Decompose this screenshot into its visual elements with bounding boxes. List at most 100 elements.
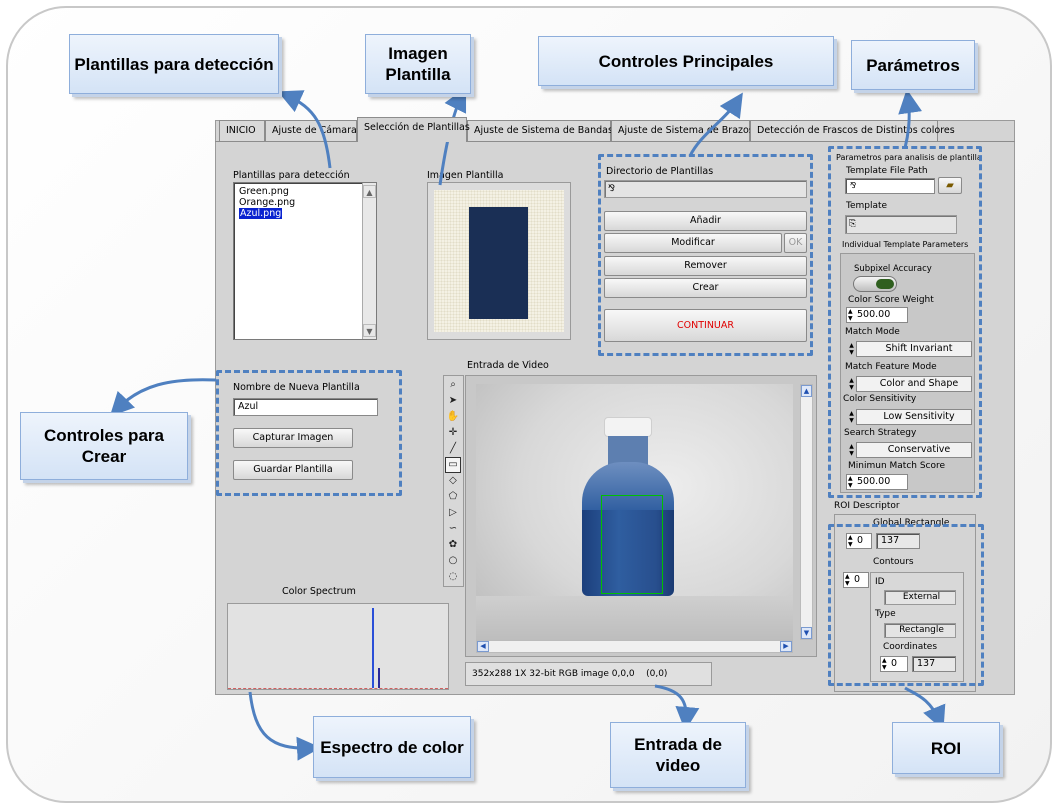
capture-image-button[interactable]: Capturar Imagen (233, 428, 353, 448)
scroll-down-icon[interactable]: ▼ (363, 324, 376, 337)
templates-label: Plantillas para detección (233, 170, 350, 181)
continue-button[interactable]: CONTINUAR (604, 309, 807, 342)
callout-imagen: Imagen Plantilla (365, 34, 471, 94)
search-strategy-select[interactable]: ▲ ▼ Conservative (849, 442, 972, 458)
global-rect-value[interactable]: 137 (876, 533, 920, 549)
template-refnum[interactable]: ⎘ (845, 215, 957, 234)
ok-button[interactable]: OK (784, 233, 807, 253)
create-button[interactable]: Crear (604, 278, 807, 298)
color-score-label: Color Score Weight (848, 295, 934, 305)
stepper-icon[interactable]: ▲ ▼ (847, 410, 856, 424)
color-score-input[interactable]: ▲ ▼ 500.00 (846, 307, 908, 323)
polyline-icon[interactable]: ▷ (445, 505, 461, 521)
video-hscroll[interactable]: ◀ ▶ (476, 640, 793, 653)
video-display[interactable] (476, 384, 793, 640)
scroll-right-icon[interactable]: ▶ (780, 641, 792, 652)
video-label: Entrada de Video (467, 360, 549, 371)
color-sensitivity-select[interactable]: ▲ ▼ Low Sensitivity (849, 409, 972, 425)
stepper-icon[interactable]: ▲ ▼ (845, 573, 853, 587)
tab-ajuste-bandas[interactable]: Ajuste de Sistema de Bandas (467, 120, 613, 142)
video-status-bar: 352x288 1X 32-bit RGB image 0,0,0 (0,0) (465, 662, 712, 686)
template-image-label: Imagen Plantilla (427, 170, 504, 181)
callout-controles-crear: Controles para Crear (20, 412, 188, 480)
min-score-input[interactable]: ▲ ▼ 500.00 (846, 474, 908, 490)
stepper-icon[interactable]: ▲ ▼ (847, 377, 856, 391)
color-sensitivity-label: Color Sensitivity (843, 394, 917, 404)
roi-descriptor-label: ROI Descriptor (834, 501, 900, 511)
spectrum-bar (372, 608, 374, 688)
templates-listbox[interactable]: Green.png Orange.png Azul.png ▲ ▼ (233, 182, 377, 340)
templates-scrollbar[interactable]: ▲ ▼ (362, 183, 376, 339)
list-item[interactable]: Green.png (234, 186, 376, 197)
match-mode-select[interactable]: ▲ ▼ Shift Invariant (849, 341, 972, 357)
spectrum-baseline (228, 688, 448, 689)
directory-field[interactable]: ⅋ (604, 180, 807, 198)
modify-button[interactable]: Modificar (604, 233, 782, 253)
rotated-rect-icon[interactable]: ◇ (445, 473, 461, 489)
remove-button[interactable]: Remover (604, 256, 807, 276)
list-item[interactable]: Orange.png (234, 197, 376, 208)
list-item-selected[interactable]: Azul.png (234, 208, 376, 219)
callout-roi: ROI (892, 722, 1000, 774)
stepper-icon[interactable]: ▲ ▼ (847, 443, 856, 457)
directory-label: Directorio de Plantillas (606, 166, 714, 177)
id-value[interactable]: External (884, 590, 956, 605)
scroll-up-icon[interactable]: ▲ (801, 385, 812, 397)
refnum-icon: ⎘ (849, 219, 857, 229)
template-label: Template (846, 201, 888, 211)
template-image-frame (427, 182, 571, 340)
match-feature-select[interactable]: ▲ ▼ Color and Shape (849, 376, 972, 392)
global-rect-index[interactable]: ▲ ▼ 0 (846, 533, 872, 549)
path-icon: ⅋ (850, 181, 857, 190)
stepper-icon[interactable]: ▲ ▼ (882, 657, 890, 671)
template-file-path-input[interactable]: ⅋ (845, 178, 935, 194)
table-surface (476, 596, 793, 640)
roi-rectangle[interactable] (601, 495, 663, 594)
subpixel-label: Subpixel Accuracy (854, 264, 932, 274)
coordinates-value[interactable]: 137 (912, 656, 956, 672)
add-button[interactable]: Añadir (604, 211, 807, 231)
zoom-icon[interactable]: ⌕ (445, 377, 461, 393)
template-swatch (469, 207, 528, 319)
match-feature-label: Match Feature Mode (845, 362, 937, 372)
individual-params-label: Individual Template Parameters (842, 240, 969, 249)
new-template-name-label: Nombre de Nueva Plantilla (233, 382, 360, 393)
new-template-name-input[interactable]: Azul (233, 398, 378, 416)
spectrum-label: Color Spectrum (282, 586, 356, 597)
contours-index[interactable]: ▲ ▼ 0 (843, 572, 869, 588)
browse-folder-icon[interactable]: ▰ (938, 177, 962, 194)
pointer-icon[interactable]: ➤ (445, 393, 461, 409)
stepper-icon[interactable]: ▲ ▼ (848, 475, 856, 489)
rectangle-tool-icon[interactable]: ▭ (445, 457, 461, 473)
stepper-icon[interactable]: ▲ ▼ (848, 308, 856, 322)
tab-deteccion-frascos[interactable]: Detección de Frascos de Distintos colore… (750, 120, 955, 142)
stepper-icon[interactable]: ▲ ▼ (847, 342, 856, 356)
spectrum-panel (227, 603, 449, 690)
callout-parametros: Parámetros (851, 40, 975, 90)
contours-label: Contours (873, 557, 914, 567)
scroll-down-icon[interactable]: ▼ (801, 627, 812, 639)
tab-inicio[interactable]: INICIO (219, 120, 265, 142)
subpixel-toggle[interactable] (853, 276, 897, 292)
scroll-left-icon[interactable]: ◀ (477, 641, 489, 652)
polygon-icon[interactable]: ⬠ (445, 489, 461, 505)
path-icon: ⅋ (608, 184, 616, 194)
type-value[interactable]: Rectangle (884, 623, 956, 638)
crosshair-icon[interactable]: ✛ (445, 425, 461, 441)
type-label: Type (875, 609, 896, 619)
stepper-icon[interactable]: ▲ ▼ (848, 534, 856, 548)
tab-seleccion-plantillas[interactable]: Selección de Plantillas (357, 117, 470, 142)
save-template-button[interactable]: Guardar Plantilla (233, 460, 353, 480)
freeform-icon[interactable]: ✿ (445, 537, 461, 553)
pan-hand-icon[interactable]: ✋ (445, 409, 461, 425)
tab-ajuste-brazos[interactable]: Ajuste de Sistema de Brazos (611, 120, 754, 142)
oval-icon[interactable]: ○ (445, 553, 461, 569)
match-mode-label: Match Mode (845, 327, 900, 337)
video-vscroll[interactable]: ▲ ▼ (800, 384, 813, 640)
line-icon[interactable]: ╱ (445, 441, 461, 457)
scroll-up-icon[interactable]: ▲ (363, 185, 376, 198)
annulus-icon[interactable]: ◌ (445, 569, 461, 585)
coordinates-index[interactable]: ▲ ▼ 0 (880, 656, 908, 672)
freehand-icon[interactable]: ∽ (445, 521, 461, 537)
tab-ajuste-camara[interactable]: Ajuste de Cámara (265, 120, 357, 142)
